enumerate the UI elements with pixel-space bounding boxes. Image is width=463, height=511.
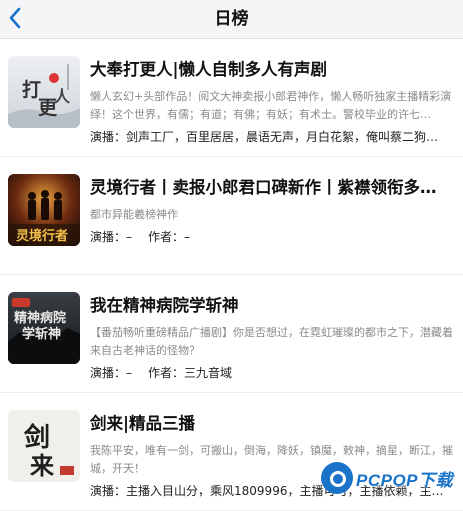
svg-text:精神病院: 精神病院 <box>14 310 66 326</box>
svg-text:灵境行者: 灵境行者 <box>16 228 68 244</box>
item-description: 都市异能羲榜神作 <box>90 208 178 221</box>
item-title: 我在精神病院学斩神 <box>90 296 239 315</box>
list-item[interactable]: 打 更 人 大奉打更人|懒人自制多人有声剧 懒人玄幻+头部作品！阅文大神卖报小郎… <box>0 39 463 157</box>
item-title: 剑来|精品三播 <box>90 414 196 433</box>
list-item[interactable]: 精神病院 学斩神 我在精神病院学斩神 【番茄畅听重磅精品广播剧】你是否想过，在霓… <box>0 275 463 393</box>
item-description: 懒人玄幻+头部作品！阅文大神卖报小郎君神作，懒人畅听独家主播精彩演绎！这个世界，… <box>90 90 452 121</box>
book-cover: 灵境行者 <box>8 174 80 246</box>
item-description: 【番茄畅听重磅精品广播剧】你是否想过，在霓虹璀璨的都市之下，潜藏着来自古老神话的… <box>90 326 453 357</box>
anchor-value: – <box>126 366 133 380</box>
svg-text:学斩神: 学斩神 <box>22 326 61 342</box>
ranking-list: 打 更 人 大奉打更人|懒人自制多人有声剧 懒人玄幻+头部作品！阅文大神卖报小郎… <box>0 39 463 511</box>
author-value: 三九音域 <box>184 366 233 380</box>
book-cover: 剑 来 <box>8 410 80 482</box>
pcpop-logo-icon <box>321 462 353 494</box>
anchor-value: 剑声工厂，百里居居，晨语无声，月白花絮，俺叫蔡二狗… <box>126 130 439 144</box>
watermark: PCPOP下载 <box>321 458 461 498</box>
list-item[interactable]: 灵境行者 灵境行者丨卖报小郎君口碑新作丨紫襟领衔多… 都市异能羲榜神作 演播：–… <box>0 157 463 275</box>
author-value: – <box>184 230 191 244</box>
item-meta: 演播：剑声工厂，百里居居，晨语无声，月白花絮，俺叫蔡二狗… <box>90 128 453 146</box>
item-title: 大奉打更人|懒人自制多人有声剧 <box>90 60 328 79</box>
author-label: 作者： <box>148 230 185 244</box>
book-cover: 精神病院 学斩神 <box>8 292 80 364</box>
svg-text:来: 来 <box>30 451 55 480</box>
anchor-label: 演播： <box>90 366 127 380</box>
item-title: 灵境行者丨卖报小郎君口碑新作丨紫襟领衔多… <box>90 178 437 197</box>
anchor-label: 演播： <box>90 230 127 244</box>
svg-text:剑: 剑 <box>24 422 50 453</box>
item-meta: 演播：– 作者：– <box>90 228 453 246</box>
anchor-label: 演播： <box>90 484 127 498</box>
author-label: 作者： <box>148 366 185 380</box>
anchor-label: 演播： <box>90 130 127 144</box>
anchor-value: – <box>126 230 133 244</box>
book-cover: 打 更 人 <box>8 56 80 128</box>
item-meta: 演播：– 作者：三九音域 <box>90 364 453 382</box>
navigation-bar: 日榜 <box>0 0 463 39</box>
page-title: 日榜 <box>214 9 249 29</box>
watermark-text: PCPOP下载 <box>356 470 454 490</box>
